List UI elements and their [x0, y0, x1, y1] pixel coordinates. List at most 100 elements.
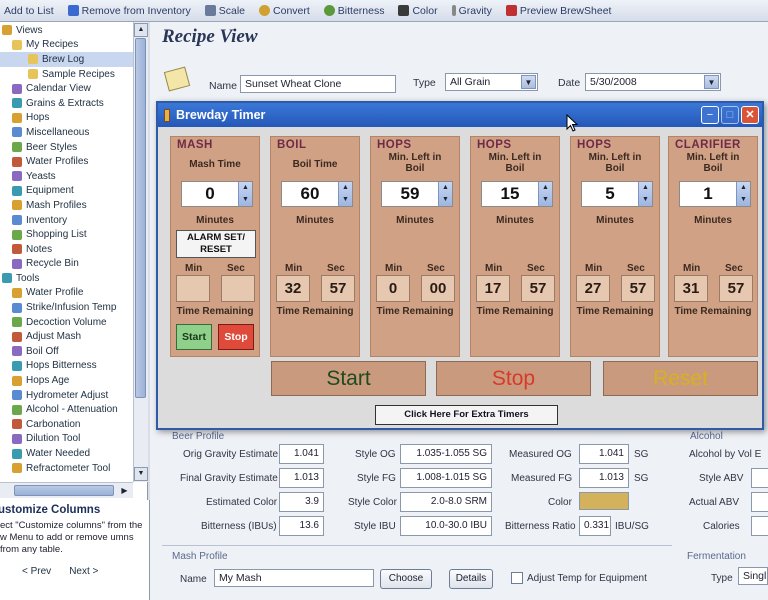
orig-gravity-field[interactable]: 1.041	[279, 444, 324, 464]
style-fg-label: Style FG	[357, 473, 396, 484]
fermentation-type-select[interactable]: Singl	[738, 567, 768, 585]
sidebar-item-hops[interactable]: Hops	[0, 111, 147, 126]
scroll-right-arrow[interactable]: ▶	[118, 484, 131, 497]
sidebar-item-tools[interactable]: Tools	[0, 271, 147, 286]
minutes-value[interactable]: 59	[382, 182, 438, 206]
scale-button[interactable]: Scale	[204, 5, 245, 17]
scroll-up-arrow[interactable]: ▲	[134, 23, 148, 37]
minutes-value[interactable]: 1	[680, 182, 736, 206]
mouse-cursor	[566, 114, 578, 132]
spin-arrows-icon[interactable]: ▲ ▼	[238, 182, 252, 206]
sidebar-item-recycle-bin[interactable]: Recycle Bin	[0, 257, 147, 272]
mash-stop-button[interactable]: Stop	[218, 324, 254, 350]
add-to-list-button[interactable]: Add to List	[4, 5, 54, 17]
timer-panel-hops: HOPS Min. Left in Boil 5 ▲ ▼ Minutes Min Sec 27 5…	[570, 136, 660, 357]
dialog-titlebar[interactable]: Brewday Timer	[158, 103, 762, 127]
mash-name-field[interactable]: My Mash	[214, 569, 374, 587]
sidebar-item-yeasts[interactable]: Yeasts	[0, 169, 147, 184]
spin-arrows-icon[interactable]: ▲ ▼	[638, 182, 652, 206]
preview-brewsheet-button[interactable]: Preview BrewSheet	[505, 5, 611, 17]
sidebar-item-carbonation[interactable]: Carbonation	[0, 417, 147, 432]
minutes-spinner[interactable]: 5 ▲ ▼	[581, 181, 653, 207]
sidebar-item-miscellaneous[interactable]: Miscellaneous	[0, 125, 147, 140]
start-all-button[interactable]: Start	[271, 361, 426, 396]
measured-fg-field[interactable]: 1.013	[579, 468, 629, 488]
spin-arrows-icon[interactable]: ▲ ▼	[338, 182, 352, 206]
minutes-value[interactable]: 0	[182, 182, 238, 206]
next-button[interactable]: Next >	[69, 566, 98, 577]
minutes-value[interactable]: 5	[582, 182, 638, 206]
sidebar-item-label: Water Needed	[26, 448, 91, 460]
sidebar-item-grains-extracts[interactable]: Grains & Extracts	[0, 96, 147, 111]
scroll-thumb-horizontal[interactable]	[14, 485, 114, 496]
sidebar-item-boil-off[interactable]: Boil Off	[0, 344, 147, 359]
spin-arrows-icon[interactable]: ▲ ▼	[538, 182, 552, 206]
maximize-button[interactable]: □	[721, 106, 739, 124]
color-button[interactable]: Color	[398, 5, 438, 17]
sidebar-item-strike-infusion-temp[interactable]: Strike/Infusion Temp	[0, 300, 147, 315]
sidebar-horizontal-scrollbar[interactable]: ▶	[0, 482, 133, 498]
convert-button[interactable]: Convert	[259, 5, 310, 17]
minutes-value[interactable]: 15	[482, 182, 538, 206]
mash-start-button[interactable]: Start	[176, 324, 212, 350]
recipe-type-select[interactable]: All Grain ▼	[445, 73, 538, 91]
adjust-temp-checkbox[interactable]	[511, 572, 523, 584]
scroll-down-arrow[interactable]: ▼	[134, 467, 148, 481]
sidebar-item-beer-styles[interactable]: Beer Styles	[0, 140, 147, 155]
sidebar-item-water-needed[interactable]: Water Needed	[0, 446, 147, 461]
close-button[interactable]: ✕	[741, 106, 759, 124]
minutes-spinner[interactable]: 0 ▲ ▼	[181, 181, 253, 207]
spin-arrows-icon[interactable]: ▲ ▼	[438, 182, 452, 206]
extra-timers-button[interactable]: Click Here For Extra Timers	[375, 405, 558, 425]
bitterness-field[interactable]: 13.6	[279, 516, 324, 536]
sidebar-item-dilution-tool[interactable]: Dilution Tool	[0, 432, 147, 447]
details-button[interactable]: Details	[449, 569, 493, 589]
sidebar-item-hydrometer-adjust[interactable]: Hydrometer Adjust	[0, 388, 147, 403]
sidebar-item-water-profiles[interactable]: Water Profiles	[0, 154, 147, 169]
final-gravity-field[interactable]: 1.013	[279, 468, 324, 488]
alarm-reset-button[interactable]: ALARM SET/ RESET	[176, 230, 256, 258]
sidebar-item-label: Recycle Bin	[26, 258, 79, 270]
remove-from-inventory-button[interactable]: Remove from Inventory	[67, 5, 191, 17]
sidebar-item-views[interactable]: Views	[0, 23, 147, 38]
spin-arrows-icon[interactable]: ▲ ▼	[736, 182, 750, 206]
sidebar-item-my-recipes[interactable]: My Recipes	[0, 38, 147, 53]
sidebar-item-label: Brew Log	[42, 53, 85, 65]
stop-all-button[interactable]: Stop	[436, 361, 591, 396]
minutes-spinner[interactable]: 1 ▲ ▼	[679, 181, 751, 207]
sidebar-item-equipment[interactable]: Equipment	[0, 184, 147, 199]
minutes-spinner[interactable]: 60 ▲ ▼	[281, 181, 353, 207]
minimize-button[interactable]: −	[701, 106, 719, 124]
sidebar-item-label: Beer Styles	[26, 141, 78, 153]
sidebar-item-notes[interactable]: Notes	[0, 242, 147, 257]
sidebar-item-mash-profiles[interactable]: Mash Profiles	[0, 198, 147, 213]
recipe-date-select[interactable]: 5/30/2008 ▼	[585, 73, 721, 91]
sidebar-item-sample-recipes[interactable]: Sample Recipes	[0, 67, 147, 82]
recipe-name-field[interactable]: Sunset Wheat Clone	[240, 75, 396, 93]
gravity-button[interactable]: Gravity	[451, 5, 492, 17]
alcohol-section-label: Alcohol	[690, 431, 723, 442]
choose-button[interactable]: Choose	[380, 569, 432, 589]
sidebar-item-refractometer-tool[interactable]: Refractometer Tool	[0, 461, 147, 476]
sidebar-item-water-profile[interactable]: Water Profile	[0, 286, 147, 301]
minutes-value[interactable]: 60	[282, 182, 338, 206]
bitterness-button[interactable]: Bitterness	[323, 5, 384, 17]
minutes-spinner[interactable]: 59 ▲ ▼	[381, 181, 453, 207]
sidebar-item-label: Tools	[16, 272, 40, 284]
measured-og-field[interactable]: 1.041	[579, 444, 629, 464]
prev-button[interactable]: < Prev	[22, 566, 51, 577]
sidebar-item-brew-log[interactable]: Brew Log	[0, 52, 147, 67]
sidebar-item-hops-bitterness[interactable]: Hops Bitterness	[0, 359, 147, 374]
sidebar-item-shopping-list[interactable]: Shopping List	[0, 227, 147, 242]
sidebar-scroll-thumb[interactable]	[135, 38, 146, 398]
est-color-field[interactable]: 3.9	[279, 492, 324, 512]
minutes-spinner[interactable]: 15 ▲ ▼	[481, 181, 553, 207]
sidebar-item-adjust-mash[interactable]: Adjust Mash	[0, 329, 147, 344]
convert-icon	[259, 5, 271, 16]
sidebar-item-decoction-volume[interactable]: Decoction Volume	[0, 315, 147, 330]
reset-all-button[interactable]: Reset	[603, 361, 758, 396]
sidebar-item-hops-age[interactable]: Hops Age	[0, 373, 147, 388]
sidebar-item-inventory[interactable]: Inventory	[0, 213, 147, 228]
sidebar-item-alcohol-attenuation[interactable]: Alcohol - Attenuation	[0, 402, 147, 417]
sidebar-item-calendar-view[interactable]: Calendar View	[0, 81, 147, 96]
